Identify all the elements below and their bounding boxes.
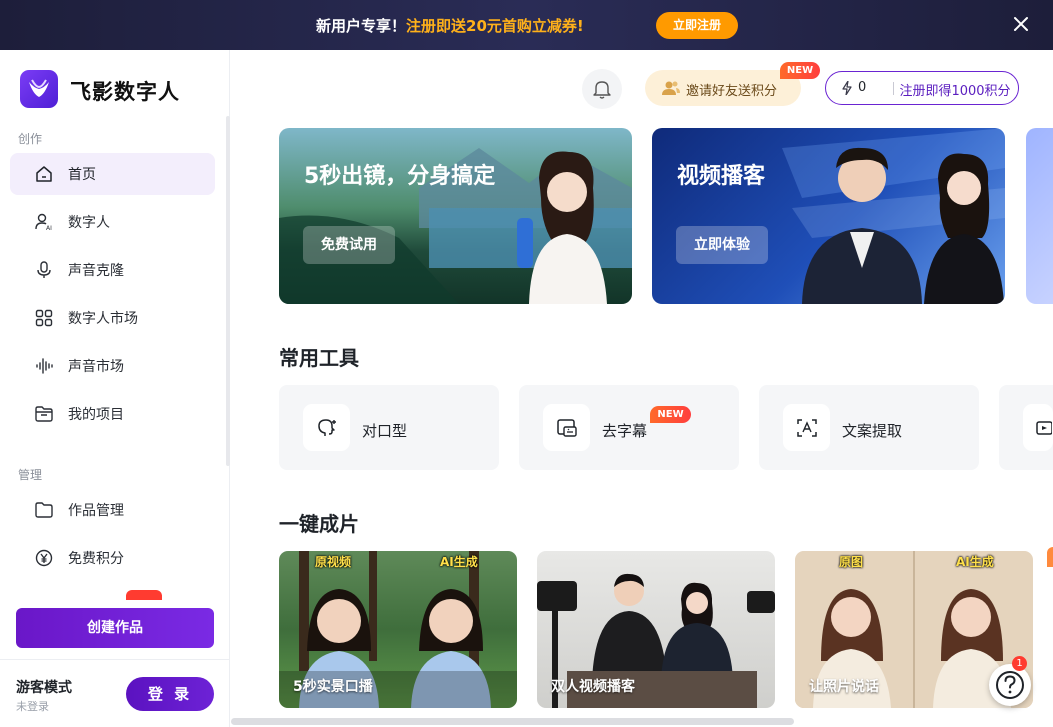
sidebar-item-label: 免费积分 — [68, 551, 124, 567]
new-badge: NEW — [780, 62, 820, 79]
card-caption: 5秒实景口播 — [293, 679, 373, 695]
card-next-partial[interactable] — [1047, 547, 1053, 567]
card-caption: 让照片说话 — [809, 679, 879, 695]
card-realscene-broadcast[interactable]: 原视频 AI生成 5秒实景口播 — [279, 551, 517, 708]
guest-mode-subtitle: 未登录 — [16, 700, 49, 713]
feiying-logo[interactable] — [20, 70, 58, 108]
help-icon[interactable] — [989, 664, 1031, 706]
card-caption: 双人视频播客 — [551, 679, 635, 695]
lightning-icon — [842, 81, 852, 95]
sidebar-item-label: 声音克隆 — [68, 263, 124, 279]
sidebar-item-free-points[interactable]: 免费积分 — [10, 537, 215, 579]
tool-partial[interactable] — [999, 385, 1053, 470]
lip-sync-icon — [303, 404, 350, 451]
home-icon — [36, 166, 52, 182]
promo-text-highlight: 注册即送20元首购立减券! — [406, 17, 584, 35]
hot-badge — [126, 590, 162, 600]
sidebar-item-voice-market[interactable]: 声音市场 — [10, 345, 215, 387]
banner-title: 5秒出镜，分身搞定 — [304, 164, 496, 189]
register-now-button[interactable]: 立即注册 — [656, 12, 738, 39]
sidebar-item-label: 作品管理 — [68, 503, 124, 519]
tool-lip-sync[interactable]: 对口型 — [279, 385, 499, 470]
promo-banner: 新用户专享！注册即送20元首购立减券! 立即注册 — [0, 0, 1053, 50]
sidebar-item-voice-clone[interactable]: 声音克隆 — [10, 249, 215, 291]
new-badge: NEW — [650, 406, 691, 423]
sidebar-item-digital-human-market[interactable]: 数字人市场 — [10, 297, 215, 339]
section-title-create: 创作 — [18, 132, 43, 146]
microphone-icon — [37, 261, 51, 278]
yen-icon — [35, 549, 53, 567]
close-icon[interactable] — [1011, 14, 1031, 34]
points-button[interactable]: 0 注册即得1000积分 — [825, 71, 1019, 105]
sidebar-item-digital-human[interactable]: AI 数字人 — [10, 201, 215, 243]
free-trial-button[interactable]: 免费试用 — [303, 226, 395, 264]
friends-icon — [662, 81, 680, 95]
sidebar-item-works[interactable]: 作品管理 — [10, 489, 215, 531]
help-notification-badge: 1 — [1012, 656, 1027, 671]
banner-title: 视频播客 — [677, 164, 766, 189]
text-extract-icon — [783, 404, 830, 451]
sidebar-item-label: 我的项目 — [68, 407, 124, 423]
banner-podcast-illustration — [782, 128, 1005, 304]
tag-ai-generated: AI生成 — [956, 555, 994, 569]
points-value: 0 — [858, 80, 867, 95]
sidebar: 飞影数字人 创作 首页 AI 数字人 声音克隆 数字人市场 声音市场 我的项目 … — [0, 50, 230, 727]
brand-name: 飞影数字人 — [70, 80, 180, 104]
promo-text-prefix: 新用户专享！ — [316, 17, 407, 35]
horizontal-scrollbar[interactable] — [231, 718, 794, 725]
tool-remove-subtitle[interactable]: 去字幕 — [519, 385, 739, 470]
tool-label: 文案提取 — [842, 422, 903, 440]
banner-avatar-promo[interactable]: 5秒出镜，分身搞定 免费试用 — [279, 128, 632, 304]
sidebar-divider — [0, 659, 230, 660]
folder-open-icon — [35, 406, 53, 422]
tag-ai-generated: AI生成 — [440, 555, 478, 569]
waveform-icon — [36, 358, 53, 374]
sidebar-item-home[interactable]: 首页 — [10, 153, 215, 195]
svg-text:AI: AI — [46, 225, 52, 231]
card-dual-podcast[interactable]: 双人视频播客 — [537, 551, 775, 708]
sidebar-item-label: 声音市场 — [68, 359, 124, 375]
sidebar-item-label: 数字人 — [68, 215, 110, 231]
promo-text: 新用户专享！注册即送20元首购立减券! — [316, 15, 584, 36]
grid-icon — [35, 309, 53, 327]
section-title-manage: 管理 — [18, 468, 43, 482]
sidebar-item-label: 首页 — [68, 167, 96, 183]
avatar-person-icon: AI — [35, 213, 52, 231]
video-tool-icon — [1023, 404, 1053, 451]
invite-friends-button[interactable]: 邀请好友送积分 — [645, 70, 801, 106]
tool-text-extract[interactable]: 文案提取 — [759, 385, 979, 470]
remove-subtitle-icon — [543, 404, 590, 451]
sidebar-item-label: 数字人市场 — [68, 311, 138, 327]
points-label: 注册即得1000积分 — [899, 84, 1011, 99]
invite-label: 邀请好友送积分 — [686, 84, 778, 99]
try-now-button[interactable]: 立即体验 — [676, 226, 768, 264]
oneclick-section-title: 一键成片 — [279, 512, 359, 536]
guest-mode-title: 游客模式 — [16, 680, 72, 696]
sidebar-item-my-projects[interactable]: 我的项目 — [10, 393, 215, 435]
banner-next-partial[interactable] — [1026, 128, 1053, 304]
folder-icon — [35, 502, 53, 518]
banner-video-podcast[interactable]: 视频播客 立即体验 — [652, 128, 1005, 304]
tool-label: 去字幕 — [602, 422, 648, 440]
banner-lake-illustration — [279, 148, 632, 304]
create-work-button[interactable]: 创建作品 — [16, 608, 214, 648]
tag-original-image: 原图 — [839, 555, 864, 569]
tool-label: 对口型 — [362, 422, 408, 440]
sidebar-scrollbar[interactable] — [226, 116, 230, 466]
bell-icon[interactable] — [582, 69, 622, 109]
tag-original-video: 原视频 — [315, 555, 352, 569]
login-button[interactable]: 登 录 — [126, 677, 214, 711]
tools-section-title: 常用工具 — [279, 346, 359, 370]
